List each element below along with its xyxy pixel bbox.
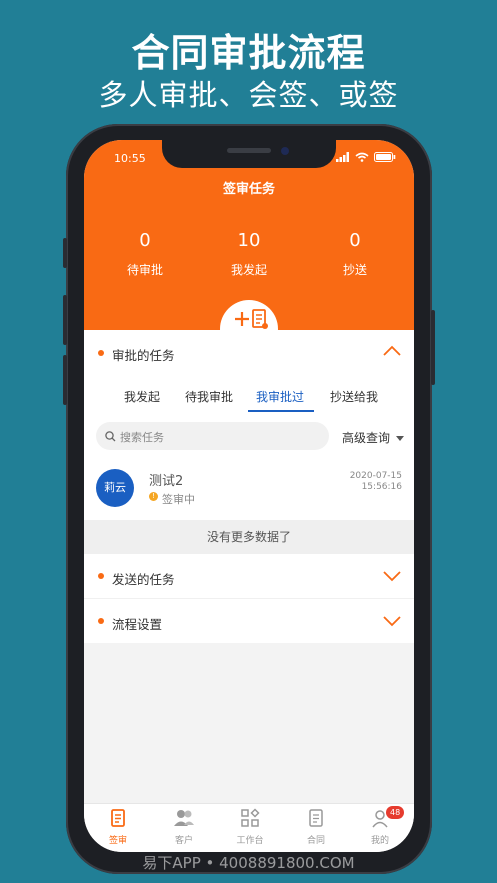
task-tabs: 我发起 待我审批 我审批过 抄送给我 bbox=[84, 380, 414, 414]
approval-icon bbox=[111, 809, 125, 827]
mute-switch bbox=[63, 238, 67, 268]
tab-cc-to-me[interactable]: 抄送给我 bbox=[330, 388, 378, 405]
tab-approved[interactable]: 我审批过 bbox=[256, 388, 304, 405]
avatar: 莉云 bbox=[96, 469, 134, 507]
speaker bbox=[227, 148, 271, 153]
task-status: 签审中 bbox=[162, 493, 195, 506]
stat-cc-label: 抄送 bbox=[342, 263, 367, 277]
tabbar-item-workbench[interactable]: 工作台 bbox=[220, 808, 280, 846]
tab-initiated[interactable]: 我发起 bbox=[124, 388, 160, 405]
approval-section-title: 审批的任务 bbox=[112, 348, 175, 363]
tabbar-label: 签审 bbox=[108, 836, 127, 846]
advanced-query-label: 高级查询 bbox=[342, 431, 391, 445]
bottom-tab-bar: 签审 客户 工作台 合同 我的 48 bbox=[84, 803, 414, 852]
page-title: 签审任务 bbox=[222, 182, 275, 197]
contract-icon bbox=[309, 809, 323, 827]
tab-to-approve[interactable]: 待我审批 bbox=[185, 388, 233, 405]
chevron-down-icon[interactable] bbox=[382, 615, 402, 627]
battery-icon bbox=[374, 152, 396, 162]
tabbar-label: 我的 bbox=[370, 836, 389, 846]
add-task-button[interactable] bbox=[220, 300, 278, 358]
status-time: 10:55 bbox=[114, 152, 146, 165]
watermark: 易下APP • 4008891800.COM bbox=[142, 854, 355, 872]
task-name: 测试2 bbox=[149, 474, 184, 489]
customers-icon bbox=[174, 810, 194, 826]
tabbar-item-contract[interactable]: 合同 bbox=[286, 808, 346, 846]
status-info-icon: ! bbox=[149, 492, 158, 501]
stat-cc[interactable]: 0 抄送 bbox=[300, 230, 410, 278]
task-date: 2020-07-15 15:56:16 bbox=[350, 471, 402, 493]
stat-pending-value: 0 bbox=[139, 230, 151, 251]
volume-up-button bbox=[63, 295, 67, 345]
tabbar-item-approval[interactable]: 签审 bbox=[88, 808, 148, 846]
chevron-down-icon[interactable] bbox=[382, 570, 402, 582]
wifi-icon bbox=[355, 152, 369, 162]
search-placeholder: 搜索任务 bbox=[120, 431, 164, 444]
status-icons bbox=[336, 152, 396, 162]
volume-down-button bbox=[63, 355, 67, 405]
stat-pending[interactable]: 0 待审批 bbox=[90, 230, 200, 278]
tabbar-item-customers[interactable]: 客户 bbox=[154, 808, 214, 846]
search-input[interactable]: 搜索任务 bbox=[96, 422, 329, 450]
section-dot bbox=[98, 573, 104, 579]
stat-initiated-value: 10 bbox=[237, 230, 261, 251]
tabbar-item-profile[interactable]: 我的 48 bbox=[350, 806, 410, 846]
section-dot bbox=[98, 350, 104, 356]
caret-down-icon bbox=[395, 436, 404, 441]
section-dot bbox=[98, 618, 104, 624]
flow-section-title: 流程设置 bbox=[112, 617, 163, 632]
stat-initiated[interactable]: 10 我发起 bbox=[194, 230, 304, 278]
advanced-query-button[interactable]: 高级查询 bbox=[342, 429, 404, 446]
signal-icon bbox=[336, 152, 349, 162]
chevron-up-icon[interactable] bbox=[382, 345, 402, 357]
promo-subtitle: 多人审批、会签、或签 bbox=[98, 78, 399, 112]
stat-initiated-label: 我发起 bbox=[230, 263, 267, 277]
stat-cc-value: 0 bbox=[349, 230, 361, 251]
tabbar-label: 客户 bbox=[174, 836, 193, 846]
tab-underline bbox=[248, 410, 314, 412]
search-icon bbox=[105, 431, 116, 442]
power-button bbox=[431, 310, 435, 385]
notch bbox=[162, 140, 336, 168]
tabbar-label: 合同 bbox=[306, 836, 325, 846]
front-camera bbox=[281, 147, 289, 155]
no-more-data: 没有更多数据了 bbox=[84, 520, 414, 554]
task-date-day: 2020-07-15 bbox=[349, 471, 402, 481]
promo-title: 合同审批流程 bbox=[131, 31, 366, 75]
tabbar-label: 工作台 bbox=[236, 836, 264, 846]
phone-screen: 10:55 签审任务 0 待审批 10 我发起 0 抄送 审批的任务 我发起 待… bbox=[84, 140, 414, 852]
stat-pending-label: 待审批 bbox=[126, 263, 163, 277]
sent-section-title: 发送的任务 bbox=[112, 572, 175, 587]
add-document-icon bbox=[235, 309, 268, 329]
notification-badge: 48 bbox=[386, 806, 405, 819]
workbench-icon bbox=[241, 808, 260, 827]
task-date-time: 15:56:16 bbox=[361, 482, 402, 492]
